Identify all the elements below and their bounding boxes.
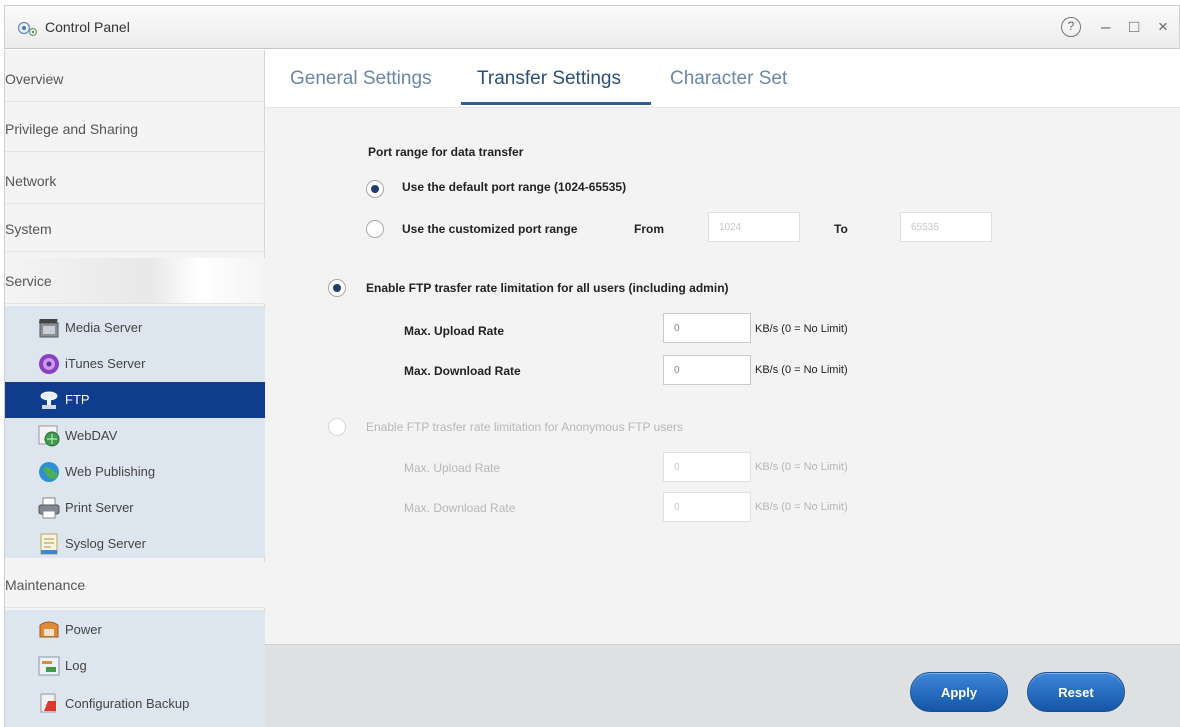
sidebar-item-label: Media Server (65, 320, 143, 335)
anon-limit-radio[interactable] (328, 418, 346, 436)
all-users-limit-label: Enable FTP trasfer rate limitation for a… (366, 281, 729, 295)
printer-icon (38, 497, 60, 519)
sidebar-item-web-publishing[interactable]: Web Publishing (5, 454, 265, 490)
port-from-input[interactable] (708, 212, 800, 242)
sidebar-item-webdav[interactable]: WebDAV (5, 418, 265, 454)
custom-port-range-label: Use the customized port range (402, 222, 578, 236)
sidebar-item-overview[interactable]: Overview (5, 56, 265, 102)
log-icon (38, 656, 60, 676)
tab-character-set[interactable]: Character Set (670, 68, 787, 90)
sidebar-item-label: Log (65, 658, 87, 673)
webdav-icon (38, 425, 60, 447)
sidebar-item-label: Print Server (65, 500, 134, 515)
sidebar-item-print-server[interactable]: Print Server (5, 490, 265, 526)
service-submenu: Media Server iTunes Server FTP WebDAV We… (5, 306, 265, 558)
sidebar: Overview Privilege and Sharing Network S… (4, 50, 265, 727)
power-icon (39, 621, 59, 638)
sidebar-item-configuration-backup[interactable]: Configuration Backup (5, 686, 265, 722)
upload-rate-unit: KB/s (0 = No Limit) (755, 323, 848, 335)
control-panel-icon (17, 21, 38, 37)
sidebar-item-label: FTP (65, 392, 90, 407)
reset-button[interactable]: Reset (1027, 672, 1125, 712)
sidebar-item-label: iTunes Server (65, 356, 146, 371)
sidebar-item-ftp[interactable]: FTP (5, 382, 265, 418)
default-port-range-radio[interactable] (366, 180, 384, 198)
download-rate-label: Max. Download Rate (404, 364, 521, 378)
active-tab-indicator (461, 102, 651, 105)
from-label: From (634, 222, 664, 236)
sidebar-item-label: Power (65, 622, 102, 637)
anon-upload-rate-input[interactable] (663, 452, 751, 482)
anon-upload-rate-label: Max. Upload Rate (404, 461, 501, 475)
maintenance-submenu: Power Log Configuration Backup (5, 610, 265, 727)
all-users-limit-radio[interactable] (328, 279, 346, 297)
sidebar-item-label: Syslog Server (65, 536, 146, 551)
sidebar-item-syslog-server[interactable]: Syslog Server (5, 526, 265, 562)
anon-download-rate-unit: KB/s (0 = No Limit) (755, 501, 848, 513)
main-panel: General Settings Transfer Settings Chara… (265, 50, 1180, 727)
sidebar-item-power[interactable]: Power (5, 612, 265, 648)
media-server-icon (38, 319, 59, 338)
sidebar-item-itunes-server[interactable]: iTunes Server (5, 346, 265, 382)
sidebar-item-label: Configuration Backup (65, 696, 190, 711)
itunes-icon (39, 354, 59, 374)
download-rate-unit: KB/s (0 = No Limit) (755, 364, 848, 376)
anon-upload-rate-unit: KB/s (0 = No Limit) (755, 461, 848, 473)
sidebar-item-system[interactable]: System (5, 206, 265, 252)
sidebar-item-label: WebDAV (65, 428, 118, 443)
default-port-range-label: Use the default port range (1024-65535) (402, 180, 627, 194)
tab-transfer-settings[interactable]: Transfer Settings (477, 68, 621, 90)
upload-rate-input[interactable] (663, 313, 751, 343)
sidebar-item-label: Web Publishing (65, 464, 156, 479)
upload-rate-label: Max. Upload Rate (404, 324, 505, 338)
web-publishing-icon (39, 462, 59, 482)
port-range-heading: Port range for data transfer (368, 145, 524, 159)
sidebar-item-log[interactable]: Log (5, 648, 265, 684)
help-icon[interactable]: ? (1061, 17, 1081, 37)
footer-bar: Apply Reset (265, 644, 1180, 727)
sidebar-item-service[interactable]: Service (5, 258, 265, 304)
window-title: Control Panel (45, 19, 130, 35)
anon-limit-label: Enable FTP trasfer rate limitation for A… (366, 420, 684, 434)
minimize-icon[interactable]: – (1101, 16, 1110, 38)
ftp-icon (40, 391, 58, 409)
custom-port-range-radio[interactable] (366, 220, 384, 238)
anon-download-rate-label: Max. Download Rate (404, 501, 516, 515)
tab-bar: General Settings Transfer Settings Chara… (265, 50, 1180, 108)
sidebar-item-media-server[interactable]: Media Server (5, 310, 265, 346)
sidebar-item-maintenance[interactable]: Maintenance (5, 562, 265, 608)
sidebar-item-privilege-and-sharing[interactable]: Privilege and Sharing (5, 106, 265, 152)
close-icon[interactable]: × (1158, 16, 1168, 38)
apply-button[interactable]: Apply (910, 672, 1008, 712)
sidebar-item-network[interactable]: Network (5, 158, 265, 204)
backup-icon (40, 693, 56, 713)
to-label: To (834, 222, 848, 236)
tab-general-settings[interactable]: General Settings (290, 68, 432, 90)
maximize-icon[interactable]: □ (1129, 16, 1139, 38)
anon-download-rate-input[interactable] (663, 492, 751, 522)
port-to-input[interactable] (900, 212, 992, 242)
title-bar: Control Panel ? – □ × (4, 5, 1180, 49)
syslog-icon (40, 533, 58, 555)
download-rate-input[interactable] (663, 355, 751, 385)
